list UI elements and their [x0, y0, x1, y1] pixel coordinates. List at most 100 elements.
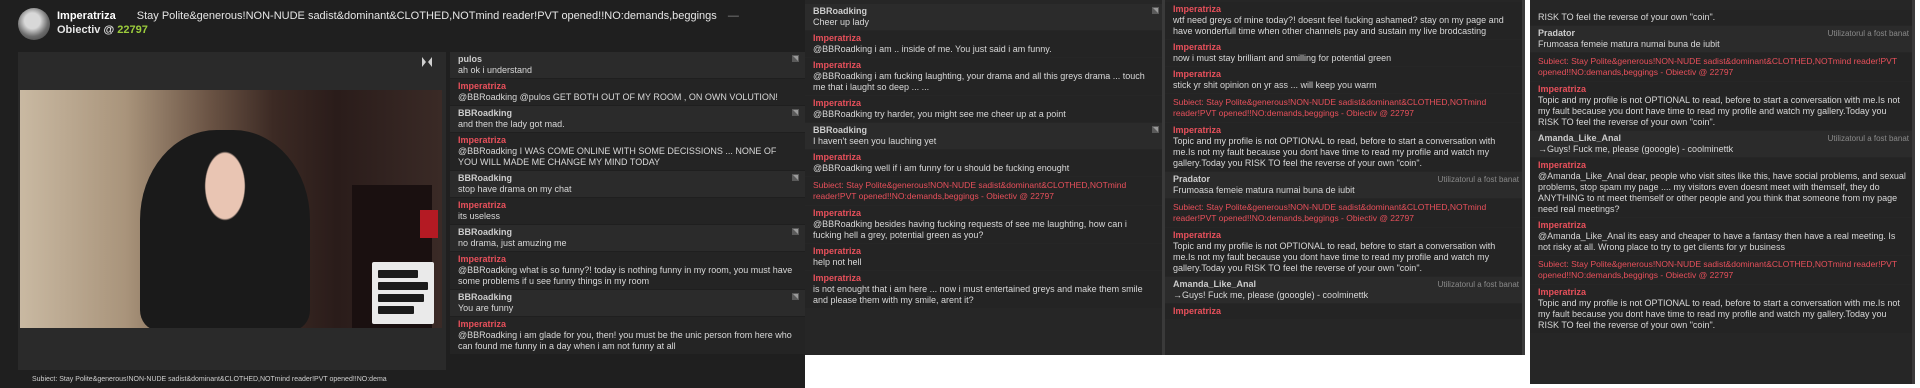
message-text: Topic and my profile is not OPTIONAL to … [1173, 136, 1496, 168]
message-text: no drama, just amuzing me [458, 238, 567, 248]
chat-message: Imperatriza Topic and my profile is not O… [1165, 228, 1525, 276]
message-username[interactable]: Imperatriza [458, 319, 797, 330]
video-background-sign [372, 262, 434, 324]
room-topic: Stay Polite&generous!NON-NUDE sadist&dom… [136, 10, 717, 22]
message-username[interactable]: Imperatriza [813, 246, 1157, 257]
message-text: now i must stay brilliant and smilling f… [1173, 53, 1392, 63]
message-username[interactable]: Imperatriza [813, 152, 1157, 163]
message-username[interactable]: Imperatriza [1173, 42, 1517, 53]
chat-message: Imperatriza now i must stay brilliant and… [1165, 40, 1525, 66]
chat-message: Amanda_Like_Anal →Guys! Fuck me, please (… [1530, 131, 1915, 157]
message-text: @BBRoadking what is so funny?! today is … [458, 265, 793, 286]
title-row: Imperatriza Stay Polite&generous!NON-NUD… [57, 10, 739, 22]
chat-message: Imperatriza @BBRoadking what is so funny?… [450, 252, 805, 289]
chat-log[interactable]: Imperatriza wtf need greys of mine today?… [1165, 0, 1525, 355]
expand-icon[interactable] [420, 55, 434, 69]
message-text: @BBRoadking @pulos GET BOTH OUT OF MY RO… [458, 92, 778, 102]
message-username[interactable]: Imperatriza [1173, 4, 1517, 15]
message-username[interactable]: Imperatriza [1173, 125, 1517, 136]
message-text: →Guys! Fuck me, please (gooogle) - coolm… [1173, 290, 1369, 300]
video-frame[interactable] [20, 90, 442, 328]
chat-log[interactable]: pulos ah ok i understand Imperatriza @BBRoa… [450, 52, 805, 388]
message-text: stop have drama on my chat [458, 184, 572, 194]
chat-log[interactable]: BBRoadking Cheer up lady Imperatriza @BBRoa… [805, 0, 1165, 355]
message-username[interactable]: Imperatriza [458, 254, 797, 265]
message-text: @Amanda_Like_Anal dear, people who visit… [1538, 171, 1906, 214]
chat-message: BBRoadking stop have drama on my chat [450, 171, 805, 197]
video-performer [140, 130, 310, 328]
message-username[interactable]: Imperatriza [458, 81, 797, 92]
message-username[interactable]: BBRoadking [813, 6, 1157, 17]
subject-notice: Subiect: Stay Polite&generous!NON-NUDE s… [1530, 53, 1915, 81]
message-text: @BBRoadking i am glade for you, then! yo… [458, 330, 792, 351]
message-username[interactable]: BBRoadking [458, 108, 797, 119]
corner-icon[interactable] [792, 174, 799, 181]
message-username[interactable]: BBRoadking [458, 173, 797, 184]
message-username[interactable]: Imperatriza [1173, 230, 1517, 241]
message-text: its useless [458, 211, 501, 221]
message-text: wtf need greys of mine today?! doesnt fe… [1173, 15, 1504, 36]
chat-message: Imperatriza stick yr shit opinion on yr a… [1165, 67, 1525, 93]
message-username[interactable]: pulos [458, 54, 797, 65]
chat-message: Imperatriza @BBRoadking @pulos GET BOTH O… [450, 79, 805, 105]
chat-message: Imperatriza Topic and my profile is not O… [1165, 123, 1525, 171]
corner-icon[interactable] [792, 228, 799, 235]
corner-icon[interactable] [1152, 7, 1159, 14]
scrollbar[interactable] [1912, 0, 1915, 384]
chat-message: Amanda_Like_Anal →Guys! Fuck me, please (… [1165, 277, 1525, 303]
message-username[interactable]: Imperatriza [1538, 220, 1907, 231]
message-username[interactable]: Imperatriza [813, 33, 1157, 44]
chat-log[interactable]: RISK TO feel the reverse of your own "co… [1530, 0, 1915, 384]
subject-notice: Subiect: Stay Polite&generous!NON-NUDE s… [1165, 199, 1525, 227]
chat-message: Pradator Frumoasa femeie matura numai bun… [1530, 26, 1915, 52]
corner-icon[interactable] [792, 293, 799, 300]
message-text: Cheer up lady [813, 17, 870, 27]
message-username[interactable]: Imperatriza [813, 208, 1157, 219]
video-player[interactable] [18, 52, 446, 370]
message-text: @BBRoadking besides having fucking reque… [813, 219, 1127, 240]
chat-panel-4[interactable]: RISK TO feel the reverse of your own "co… [1530, 0, 1915, 384]
video-background-object [420, 210, 438, 238]
chat-message: BBRoadking no drama, just amuzing me [450, 225, 805, 251]
message-username[interactable]: Imperatriza [1538, 84, 1907, 95]
chat-message: Imperatriza @Amanda_Like_Anal its easy an… [1530, 218, 1915, 255]
title-separator: — [727, 10, 739, 22]
banned-user-label: Utilizatorul a fost banat [1437, 280, 1519, 289]
chat-message: Imperatriza @BBRoadking I WAS COME ONLINE… [450, 133, 805, 170]
message-text: @BBRoadking well if i am funny for u sho… [813, 163, 1070, 173]
message-username[interactable]: Imperatriza [813, 98, 1157, 109]
chat-message: Imperatriza help not hell [805, 244, 1165, 270]
chat-message: Pradator Frumoasa femeie matura numai bun… [1165, 172, 1525, 198]
goal-row: Obiectiv @ 22797 [57, 24, 148, 36]
message-username[interactable]: BBRoadking [813, 125, 1157, 136]
scrollbar[interactable] [1522, 0, 1525, 355]
message-username[interactable]: Imperatriza [1538, 287, 1907, 298]
chat-message: Imperatriza @BBRoadking i am .. inside of… [805, 31, 1165, 57]
message-username[interactable]: Imperatriza [1173, 69, 1517, 80]
chat-message: Imperatriza @BBRoadking well if i am funn… [805, 150, 1165, 176]
message-username[interactable]: Imperatriza [458, 200, 797, 211]
corner-icon[interactable] [792, 109, 799, 116]
corner-icon[interactable] [792, 55, 799, 62]
chat-panel-3[interactable]: Imperatriza wtf need greys of mine today?… [1165, 0, 1525, 355]
message-text: →Guys! Fuck me, please (gooogle) - coolm… [1538, 144, 1734, 154]
subject-bar-text: Subiect: Stay Polite&generous!NON-NUDE s… [32, 376, 387, 383]
banned-user-label: Utilizatorul a fost banat [1437, 175, 1519, 184]
chat-message: BBRoadking You are funny [450, 290, 805, 316]
message-username[interactable]: Imperatriza [458, 135, 797, 146]
message-username[interactable]: BBRoadking [458, 227, 797, 238]
message-text: stick yr shit opinion on yr ass ... will… [1173, 80, 1377, 90]
message-username[interactable]: Imperatriza [813, 273, 1157, 284]
message-username[interactable]: Imperatriza [1538, 160, 1907, 171]
message-username[interactable]: Imperatriza [813, 60, 1157, 71]
chat-panel-2[interactable]: BBRoadking Cheer up lady Imperatriza @BBRoa… [805, 0, 1165, 355]
corner-icon[interactable] [1152, 126, 1159, 133]
message-text: RISK TO feel the reverse of your own "co… [1538, 12, 1716, 22]
chat-message: Imperatriza Topic and my profile is not O… [1530, 82, 1915, 130]
broadcaster-name[interactable]: Imperatriza [57, 10, 116, 22]
message-username[interactable]: Imperatriza [1173, 306, 1517, 317]
message-text: You are funny [458, 303, 514, 313]
message-username[interactable]: BBRoadking [458, 292, 797, 303]
avatar[interactable] [18, 8, 50, 40]
message-text: Topic and my profile is not OPTIONAL to … [1173, 241, 1496, 273]
